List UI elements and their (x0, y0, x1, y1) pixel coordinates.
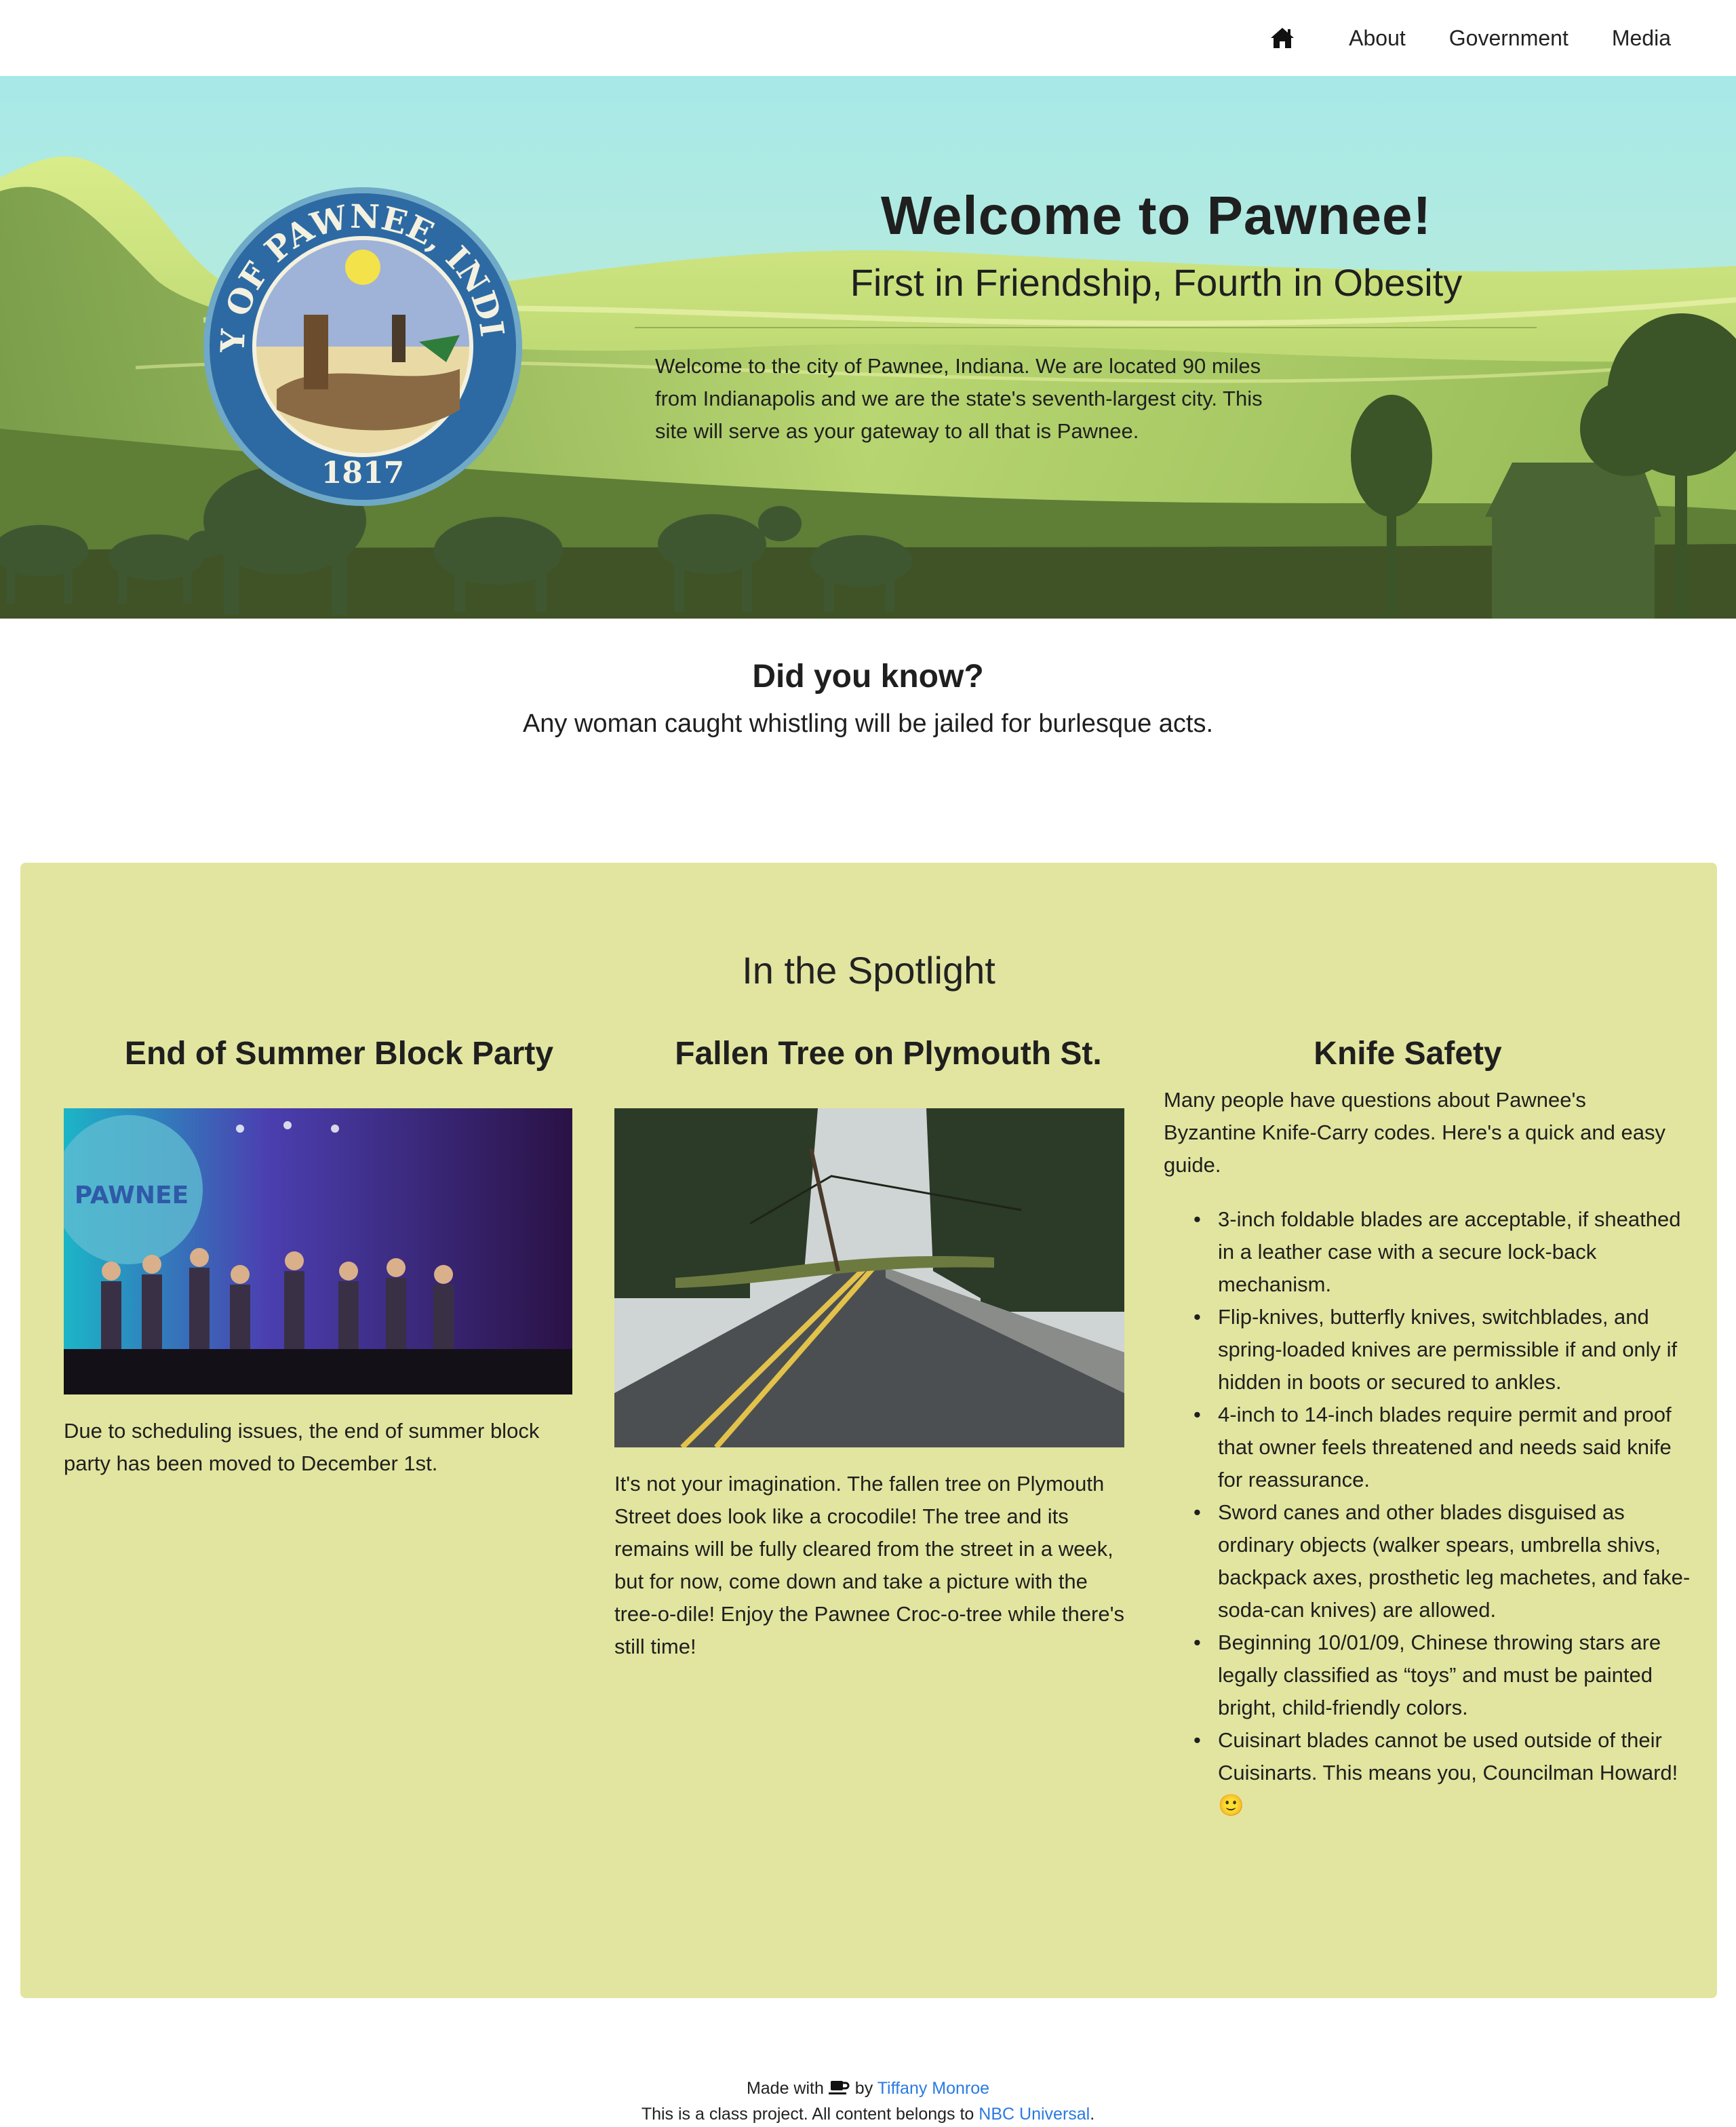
knife-rule: 3-inch foldable blades are acceptable, i… (1194, 1203, 1699, 1301)
knife-rule: Sword canes and other blades disguised a… (1194, 1496, 1699, 1626)
seal-year: 1817 (321, 456, 404, 490)
top-nav: About Government Media (0, 0, 1736, 76)
author-link[interactable]: Tiffany Monroe (877, 2079, 989, 2098)
hero-banner: CITY OF PAWNEE, INDIANA 1817 Welcome to … (0, 76, 1736, 619)
nav-links: About Government Media (1261, 0, 1693, 76)
knife-rule: 4-inch to 14-inch blades require permit … (1194, 1399, 1699, 1496)
nav-government[interactable]: Government (1427, 0, 1590, 76)
did-you-know-fact: Any woman caught whistling will be jaile… (522, 709, 1214, 738)
coffee-icon (828, 2079, 855, 2098)
nav-media[interactable]: Media (1590, 0, 1693, 76)
nav-about[interactable]: About (1327, 0, 1427, 76)
hero-subtitle: First in Friendship, Fourth in Obesity (850, 261, 1463, 304)
hero-title: Welcome to Pawnee! (880, 185, 1432, 246)
stage-sign-text: PAWNEE (75, 1182, 189, 1209)
spotlight-title: In the Spotlight (742, 949, 995, 992)
footer: Made with by Tiffany Monroe This is a cl… (0, 2075, 1736, 2127)
knife-rule: Flip-knives, butterfly knives, switchbla… (1194, 1301, 1699, 1399)
knife-safety-title: Knife Safety (1314, 1036, 1502, 1072)
footer-copyright-line: This is a class project. All content bel… (0, 2101, 1736, 2127)
footer-class-note: This is a class project. All content bel… (641, 2105, 974, 2124)
block-party-text: Due to scheduling issues, the end of sum… (64, 1419, 540, 1475)
footer-by: by (854, 2079, 873, 2098)
hero-description: Welcome to the city of Pawnee, Indiana. … (655, 354, 1263, 443)
knife-rule: Beginning 10/01/09, Chinese throwing sta… (1194, 1626, 1699, 1724)
footer-credit-line: Made with by Tiffany Monroe (0, 2075, 1736, 2101)
did-you-know-title: Did you know? (752, 659, 984, 695)
fallen-tree-text: It's not your imagination. The fallen tr… (614, 1472, 1124, 1658)
knife-safety-intro: Many people have questions about Pawnee'… (1164, 1088, 1665, 1177)
footer-period: . (1090, 2105, 1095, 2124)
knife-rules-list: 3-inch foldable blades are acceptable, i… (1194, 1203, 1699, 1822)
fallen-tree-title: Fallen Tree on Plymouth St. (675, 1036, 1102, 1072)
home-icon[interactable] (1261, 0, 1304, 76)
knife-rule: Cuisinart blades cannot be used outside … (1194, 1724, 1699, 1822)
block-party-title: End of Summer Block Party (124, 1036, 554, 1072)
city-seal-logo: CITY OF PAWNEE, INDIANA 1817 (202, 186, 522, 506)
block-party-photo: PAWNEE (64, 1108, 572, 1394)
hero-divider (635, 327, 1537, 328)
nbc-universal-link[interactable]: NBC Universal (979, 2105, 1090, 2124)
fallen-tree-photo (614, 1108, 1124, 1447)
spotlight-section: In the Spotlight End of Summer Block Par… (20, 863, 1717, 1998)
footer-made-with: Made with (746, 2079, 824, 2098)
